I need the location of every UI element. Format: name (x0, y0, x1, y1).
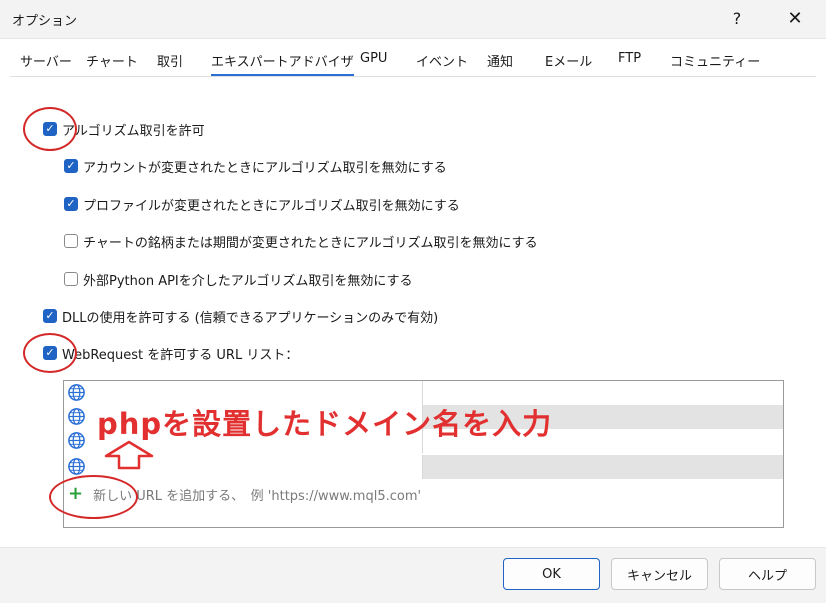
add-url-hint: 新しい URL を追加する、 例 'https://www.mql5.com' (93, 488, 422, 504)
ok-button[interactable]: OK (503, 558, 600, 590)
up-arrow-icon (104, 440, 154, 470)
help-icon[interactable]: ? (722, 5, 752, 33)
globe-icon (68, 408, 85, 425)
disable-on-account-change-label: アカウントが変更されたときにアルゴリズム取引を無効にする (83, 160, 447, 176)
tab-ftp[interactable]: FTP (618, 51, 641, 66)
tab-community[interactable]: コミュニティー (670, 51, 760, 70)
annotation-text: phpを設置したドメイン名を入力 (97, 407, 553, 441)
disable-on-symbol-change-checkbox[interactable]: チャートの銘柄または期間が変更されたときにアルゴリズム取引を無効にする (64, 231, 538, 251)
tab-events[interactable]: イベント (416, 51, 468, 70)
help-button[interactable]: ヘルプ (719, 558, 816, 590)
allow-webrequest-checkbox[interactable]: ✓ WebRequest を許可する URL リスト： (43, 343, 298, 363)
globe-icon (68, 384, 85, 401)
checkbox-checked-icon[interactable]: ✓ (43, 309, 57, 323)
disable-on-profile-change-label: プロファイルが変更されたときにアルゴリズム取引を無効にする (83, 198, 460, 214)
tab-notifications[interactable]: 通知 (487, 51, 513, 70)
window-title: オプション (12, 14, 78, 29)
disable-python-api-label: 外部Python APIを介したアルゴリズム取引を無効にする (83, 273, 413, 289)
annotation-circle (23, 333, 77, 373)
disable-on-profile-change-checkbox[interactable]: ✓ プロファイルが変更されたときにアルゴリズム取引を無効にする (64, 194, 460, 214)
allow-webrequest-label: WebRequest を許可する URL リスト： (62, 347, 299, 363)
globe-icon (68, 432, 85, 449)
annotation-circle (49, 475, 138, 519)
dialog-footer: OK キャンセル ヘルプ (0, 547, 826, 603)
disable-on-account-change-checkbox[interactable]: ✓ アカウントが変更されたときにアルゴリズム取引を無効にする (64, 156, 447, 176)
checkbox-unchecked-icon[interactable] (64, 272, 78, 286)
close-icon[interactable]: ✕ (780, 5, 810, 33)
tab-trade[interactable]: 取引 (157, 51, 183, 70)
allow-algo-trading-label: アルゴリズム取引を許可 (62, 123, 205, 139)
url-row[interactable] (64, 455, 783, 479)
tab-bar: サーバー チャート 取引 エキスパートアドバイザ GPU イベント 通知 Eメー… (0, 46, 826, 76)
globe-icon (68, 458, 85, 475)
checkbox-unchecked-icon[interactable] (64, 234, 78, 248)
disable-python-api-checkbox[interactable]: 外部Python APIを介したアルゴリズム取引を無効にする (64, 269, 413, 289)
tab-email[interactable]: Eメール (545, 51, 592, 70)
tab-chart[interactable]: チャート (86, 51, 138, 70)
title-bar: オプション ? ✕ (0, 0, 826, 39)
checkbox-checked-icon[interactable]: ✓ (64, 159, 78, 173)
disable-on-symbol-change-label: チャートの銘柄または期間が変更されたときにアルゴリズム取引を無効にする (83, 235, 538, 251)
checkbox-checked-icon[interactable]: ✓ (64, 197, 78, 211)
tab-server[interactable]: サーバー (20, 51, 72, 70)
allow-dll-checkbox[interactable]: ✓ DLLの使用を許可する (信頼できるアプリケーションのみで有効) (43, 306, 438, 326)
annotation-circle (23, 107, 77, 151)
allow-dll-label: DLLの使用を許可する (信頼できるアプリケーションのみで有効) (62, 310, 439, 326)
tab-expert-advisors[interactable]: エキスパートアドバイザ (211, 51, 354, 76)
cancel-button[interactable]: キャンセル (611, 558, 708, 590)
tab-gpu[interactable]: GPU (360, 51, 387, 66)
